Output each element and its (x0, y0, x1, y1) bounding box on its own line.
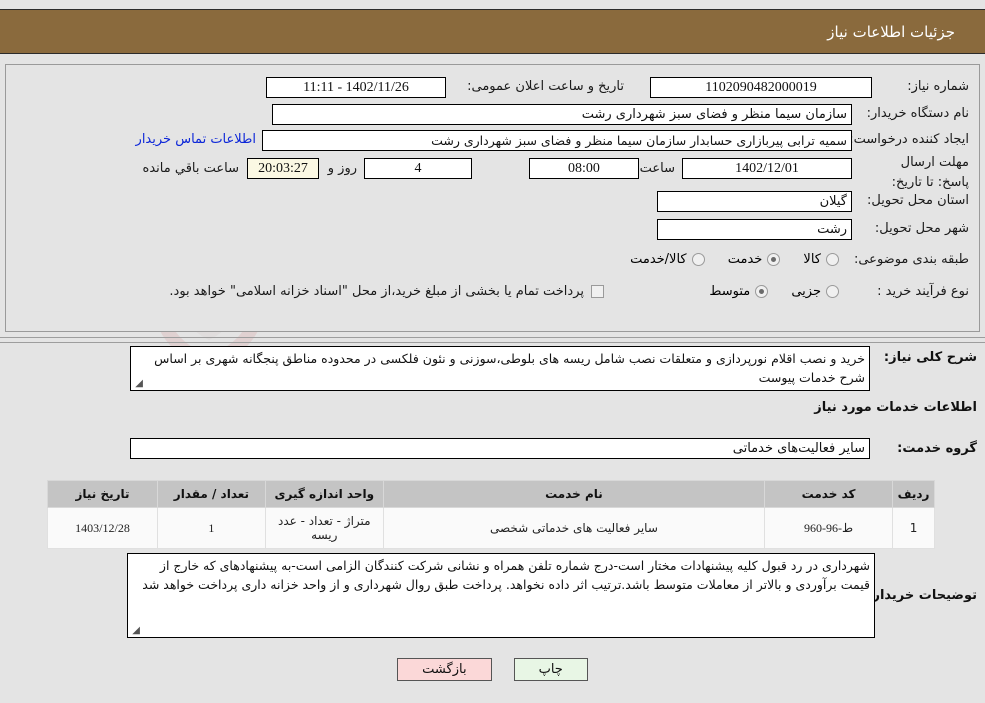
radio-kala[interactable] (826, 253, 839, 266)
need-info-panel: شماره نیاز: 1102090482000019 تاریخ و ساع… (5, 64, 980, 332)
col-qty: تعداد / مقدار (156, 480, 266, 508)
category-option-khedmat[interactable]: خدمت (728, 252, 781, 267)
category-option-kala-khedmat-label: کالا/خدمت (630, 252, 687, 267)
cell-name: سایر فعالیت های خدماتی شخصی (382, 507, 766, 549)
service-group-value: سایر فعالیت‌های خدماتی (130, 438, 870, 459)
page-root: AriaTender.net جزئیات اطلاعات نیاز شماره… (0, 0, 985, 703)
col-index: ردیف (892, 480, 935, 508)
description-label: شرح کلی نیاز: (883, 350, 977, 365)
process-option-jozei-label: جزیی (791, 284, 821, 299)
cell-index: 1 (892, 507, 935, 549)
radio-kala-khedmat[interactable] (691, 253, 705, 266)
days-label: روز و (327, 161, 357, 176)
category-label: طبقه بندی موضوعی: (853, 252, 969, 267)
radio-motevaset[interactable] (755, 285, 769, 298)
service-group-label: گروه خدمت: (897, 441, 977, 456)
radio-jozei[interactable] (826, 285, 839, 298)
col-date: تاریخ نیاز (47, 480, 158, 508)
province-label: استان محل تحویل: (867, 193, 969, 208)
deadline-label: مهلت ارسال پاسخ: تا تاریخ: (891, 155, 969, 191)
print-button[interactable]: چاپ (513, 658, 588, 681)
cell-date: 1403/12/28 (47, 507, 158, 549)
treasury-text: پرداخت تمام یا بخشی از مبلغ خرید،از محل … (169, 284, 584, 299)
category-radio-group: کالا خدمت کالا/خدمت (612, 251, 839, 270)
remaining-label: ساعت باقي مانده (142, 161, 239, 176)
page-title: جزئیات اطلاعات نیاز (827, 22, 955, 41)
buyer-contact-link[interactable]: اطلاعات تماس خریدار (136, 132, 256, 147)
cell-unit: متراژ - تعداد - عدد ریسه (264, 507, 384, 549)
footer-button-bar: چاپ بازگشت (0, 658, 985, 681)
process-radio-group: جزیی متوسط (691, 283, 839, 302)
process-option-motevaset[interactable]: متوسط (709, 284, 769, 299)
category-option-kala-khedmat[interactable]: کالا/خدمت (630, 252, 705, 267)
time-label: ساعت (639, 161, 675, 176)
deadline-time-value: 08:00 (529, 158, 639, 179)
deadline-date-value: 1402/12/01 (682, 158, 852, 179)
services-table: ردیف کد خدمت نام خدمت واحد اندازه گیری ت… (47, 480, 935, 549)
need-number-value: 1102090482000019 (650, 77, 872, 98)
col-code: کد خدمت (764, 480, 894, 508)
table-header-row: ردیف کد خدمت نام خدمت واحد اندازه گیری ت… (47, 480, 935, 508)
category-option-kala-label: کالا (803, 252, 821, 267)
buyer-notes-textarea[interactable]: شهرداری در رد قبول کلیه پیشنهادات مختار … (127, 553, 875, 638)
creator-value: سمیه ترابی پیربازاری حسابدار سازمان سیما… (262, 130, 852, 151)
city-value: رشت (657, 219, 852, 240)
category-option-khedmat-label: خدمت (727, 252, 763, 267)
category-option-kala[interactable]: کالا (803, 252, 839, 267)
col-unit: واحد اندازه گیری (264, 480, 384, 508)
creator-label: ایجاد کننده درخواست: (849, 132, 969, 147)
process-option-motevaset-label: متوسط (709, 284, 751, 299)
province-value: گیلان (657, 191, 852, 212)
announce-value: 11:11 - 1402/11/26 (266, 77, 446, 98)
city-label: شهر محل تحویل: (874, 221, 969, 236)
buyer-org-value: سازمان سیما منظر و فضای سبز شهرداری رشت (272, 104, 852, 125)
buyer-notes-text: شهرداری در رد قبول کلیه پیشنهادات مختار … (142, 558, 870, 593)
resize-grip-icon-notes[interactable]: ◢ (130, 626, 140, 636)
description-textarea[interactable]: خرید و نصب اقلام نورپردازی و متعلقات نصب… (130, 346, 870, 391)
treasury-checkbox[interactable] (591, 285, 604, 298)
need-number-label: شماره نیاز: (907, 79, 969, 94)
countdown-value: 20:03:27 (247, 158, 319, 179)
announce-label: تاریخ و ساعت اعلان عمومی: (467, 79, 624, 94)
remaining-days-value: 4 (364, 158, 472, 179)
description-text: خرید و نصب اقلام نورپردازی و متعلقات نصب… (154, 351, 865, 386)
process-label: نوع فرآیند خرید : (877, 284, 969, 299)
buyer-notes-label: توضیحات خریدار: (867, 588, 977, 603)
back-button[interactable]: بازگشت (397, 658, 492, 681)
col-name: نام خدمت (382, 480, 766, 508)
radio-khedmat[interactable] (767, 253, 781, 266)
cell-qty: 1 (156, 507, 266, 549)
cell-code: ط-96-960 (764, 507, 894, 549)
buyer-org-label: نام دستگاه خریدار: (866, 106, 969, 121)
services-section-title: اطلاعات خدمات مورد نیاز (814, 400, 977, 415)
treasury-checkbox-row[interactable]: پرداخت تمام یا بخشی از مبلغ خرید،از محل … (169, 284, 604, 299)
resize-grip-icon[interactable]: ◢ (133, 379, 143, 389)
page-title-bar: جزئیات اطلاعات نیاز (0, 9, 985, 54)
table-row: 1 ط-96-960 سایر فعالیت های خدماتی شخصی م… (47, 507, 935, 549)
process-option-jozei[interactable]: جزیی (791, 284, 839, 299)
